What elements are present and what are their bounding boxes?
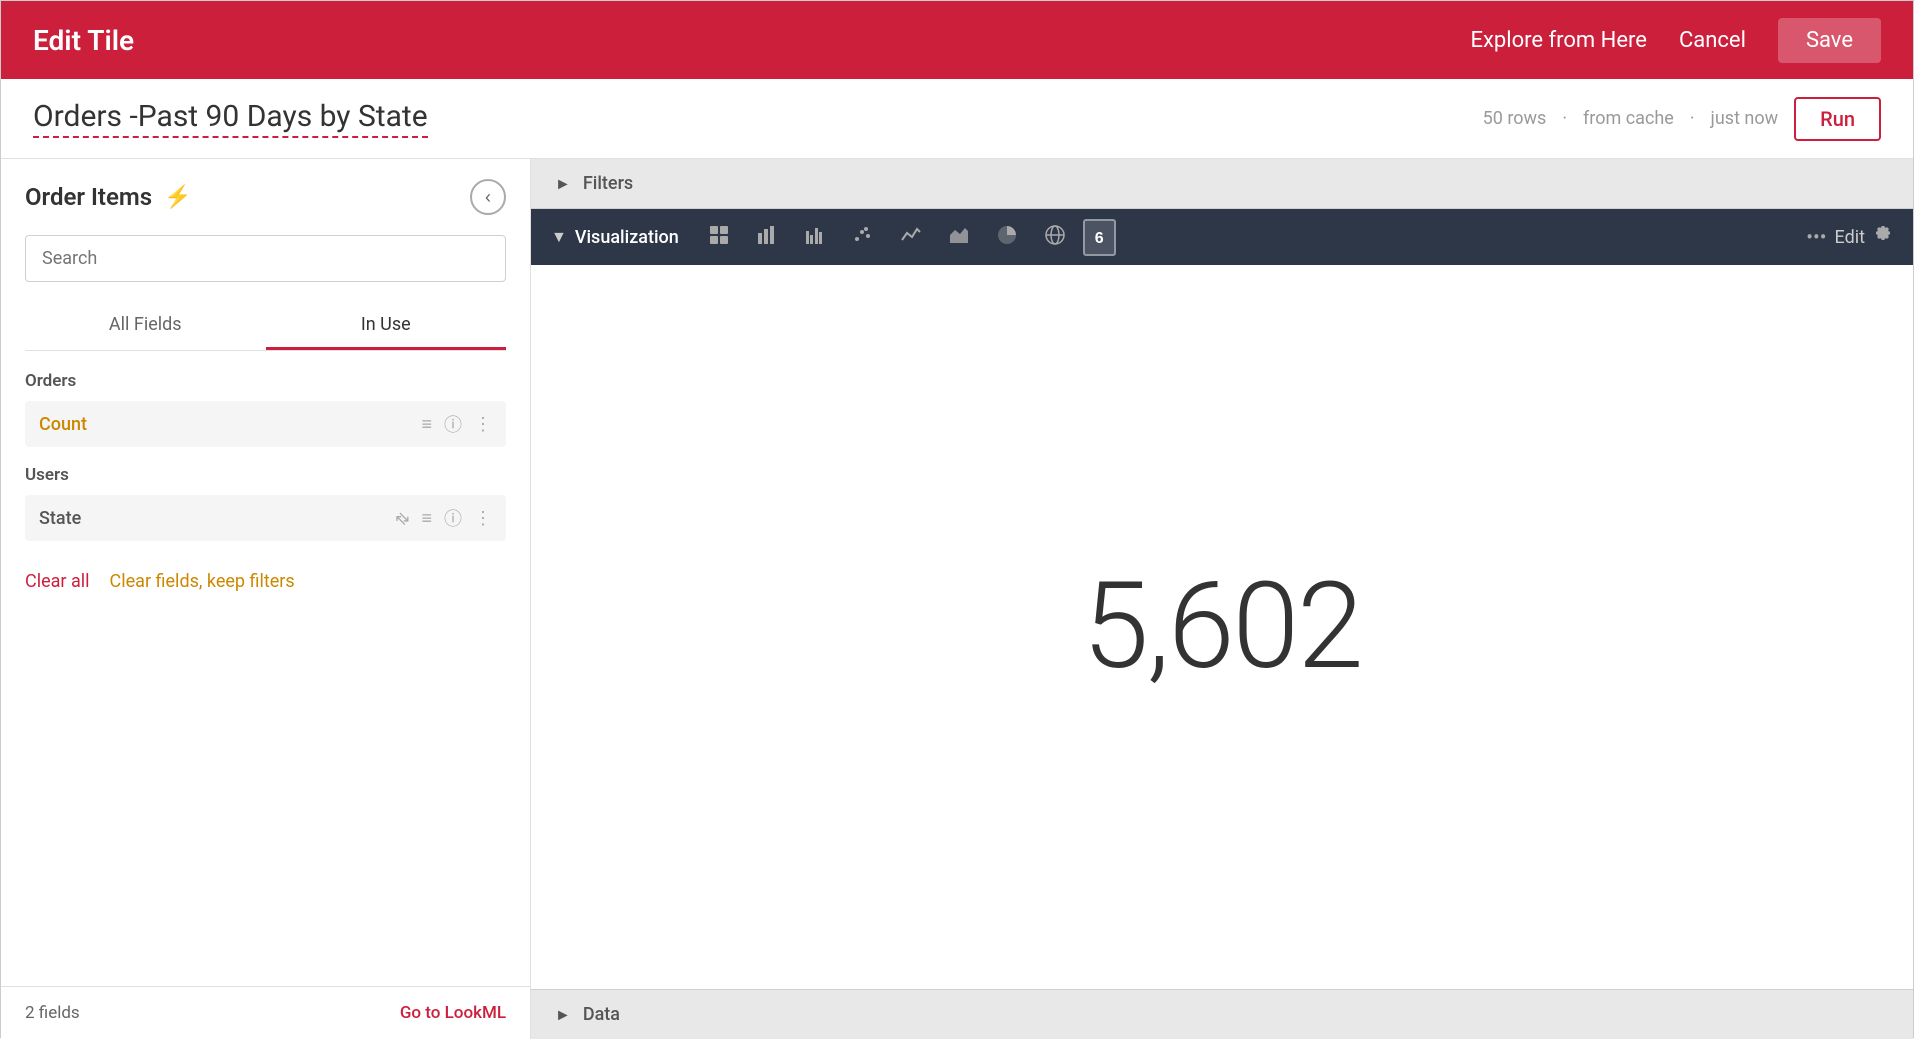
bar-chart-icon-button[interactable] xyxy=(747,219,787,256)
scatter-icon-button[interactable] xyxy=(843,219,883,256)
data-bar[interactable]: ► Data xyxy=(531,989,1913,1039)
collapse-sidebar-button[interactable]: ‹ xyxy=(470,179,506,215)
meta-time: just now xyxy=(1711,108,1779,129)
meta-dot1: · xyxy=(1562,108,1567,129)
grouped-bar-icon-button[interactable] xyxy=(795,219,835,256)
sidebar-title-area: Order Items ⚡ xyxy=(25,183,191,211)
area-icon-button[interactable] xyxy=(939,219,979,256)
count-field-item: Count ≡ ⓘ ⋮ xyxy=(25,401,506,447)
clear-all-button[interactable]: Clear all xyxy=(25,571,90,592)
chevron-left-icon: ‹ xyxy=(485,187,491,208)
main-layout: Order Items ⚡ ‹ All Fields In Use Orders… xyxy=(1,159,1913,1039)
more-options-icon-state[interactable]: ⋮ xyxy=(474,508,492,529)
meta-dot2: · xyxy=(1690,108,1695,129)
info-icon-state[interactable]: ⓘ xyxy=(444,505,462,531)
header-actions: Explore from Here Cancel Save xyxy=(1470,18,1881,63)
clear-fields-button[interactable]: Clear fields, keep filters xyxy=(110,571,295,592)
orders-group-label: Orders xyxy=(25,371,506,391)
viz-label: Visualization xyxy=(575,227,679,248)
query-title: Orders -Past 90 Days by State xyxy=(33,99,428,138)
viz-more-button[interactable]: ••• xyxy=(1806,225,1826,249)
line-icon-button[interactable] xyxy=(891,219,931,256)
header: Edit Tile Explore from Here Cancel Save xyxy=(1,1,1913,79)
fields-count: 2 fields xyxy=(25,1003,80,1023)
single-value-icon-button[interactable]: 6 xyxy=(1083,219,1116,256)
sidebar-title: Order Items xyxy=(25,183,152,211)
save-button[interactable]: Save xyxy=(1778,18,1881,63)
users-group-label: Users xyxy=(25,465,506,485)
viz-settings-button[interactable] xyxy=(1873,224,1893,250)
state-field-item: State ⇄ ≡ ⓘ ⋮ xyxy=(25,495,506,541)
more-options-icon[interactable]: ⋮ xyxy=(474,414,492,435)
data-label: Data xyxy=(583,1004,620,1025)
filter-icon[interactable]: ≡ xyxy=(421,414,432,435)
viz-content: 5,602 xyxy=(531,265,1913,989)
users-group: Users State ⇄ ≡ ⓘ ⋮ xyxy=(25,465,506,555)
cache-source: from cache xyxy=(1583,108,1674,129)
data-expand-icon[interactable]: ► xyxy=(555,1005,571,1025)
query-meta: 50 rows · from cache · just now Run xyxy=(1483,97,1881,141)
map-icon-button[interactable] xyxy=(1035,219,1075,256)
sidebar-bottom-bar: 2 fields Go to LookML xyxy=(1,986,530,1039)
sidebar: Order Items ⚡ ‹ All Fields In Use Orders… xyxy=(1,159,531,1039)
filters-bar[interactable]: ► Filters xyxy=(531,159,1913,209)
run-button[interactable]: Run xyxy=(1794,97,1881,141)
count-field-icons: ≡ ⓘ ⋮ xyxy=(421,411,492,437)
viz-collapse-icon[interactable]: ▼ xyxy=(551,227,567,247)
go-to-lookml-button[interactable]: Go to LookML xyxy=(400,1003,506,1023)
state-field-name[interactable]: State xyxy=(39,508,396,529)
content-area: ► Filters ▼ Visualization xyxy=(531,159,1913,1039)
big-number-display: 5,602 xyxy=(1082,557,1361,697)
sidebar-header: Order Items ⚡ ‹ xyxy=(25,179,506,215)
viz-edit-button[interactable]: Edit xyxy=(1835,227,1865,248)
info-icon[interactable]: ⓘ xyxy=(444,411,462,437)
tab-all-fields[interactable]: All Fields xyxy=(25,302,266,350)
single-value-digit: 6 xyxy=(1095,230,1104,247)
search-input[interactable] xyxy=(25,235,506,282)
pie-icon-button[interactable] xyxy=(987,219,1027,256)
state-field-icons: ⇄ ≡ ⓘ ⋮ xyxy=(396,505,492,531)
filter-icon-state[interactable]: ≡ xyxy=(421,508,432,529)
query-bar: Orders -Past 90 Days by State 50 rows · … xyxy=(1,79,1913,159)
tab-in-use[interactable]: In Use xyxy=(266,302,507,350)
filters-label: Filters xyxy=(583,173,633,194)
filters-expand-icon[interactable]: ► xyxy=(555,174,571,194)
count-field-name[interactable]: Count xyxy=(39,414,421,435)
visualization-bar: ▼ Visualization xyxy=(531,209,1913,265)
sidebar-footer-links: Clear all Clear fields, keep filters xyxy=(25,571,506,592)
cancel-button[interactable]: Cancel xyxy=(1679,28,1746,53)
lightning-icon: ⚡ xyxy=(164,185,191,210)
explore-from-here-button[interactable]: Explore from Here xyxy=(1470,28,1647,53)
field-tabs: All Fields In Use xyxy=(25,302,506,351)
table-icon-button[interactable] xyxy=(699,219,739,256)
rows-count: 50 rows xyxy=(1483,108,1547,129)
page-title: Edit Tile xyxy=(33,24,134,57)
